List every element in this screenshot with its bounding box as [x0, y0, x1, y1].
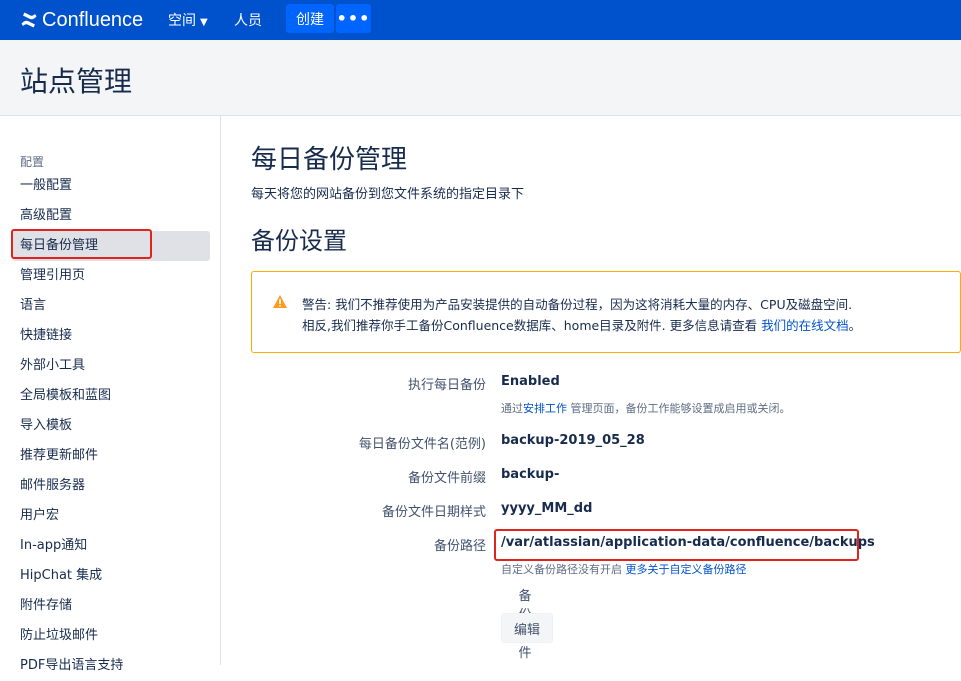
sidebar-item-user-macros[interactable]: 用户宏 — [12, 501, 210, 531]
sidebar-item-import-templates[interactable]: 导入模板 — [12, 411, 210, 441]
sidebar: 配置 一般配置 高级配置 每日备份管理 管理引用页 语言 快捷链接 外部小工具 … — [0, 116, 221, 673]
sidebar-item-pdf-export-language[interactable]: PDF导出语言支持 — [12, 651, 210, 681]
sidebar-item-in-app-notifications[interactable]: In-app通知 — [12, 531, 210, 561]
sidebar-item-advanced-config[interactable]: 高级配置 — [12, 201, 210, 231]
enabled-value: Enabled — [501, 374, 560, 389]
sidebar-item-manage-referrers[interactable]: 管理引用页 — [12, 261, 210, 291]
sidebar-item-general-config[interactable]: 一般配置 — [12, 171, 210, 201]
date-format-value: yyyy_MM_dd — [501, 501, 593, 516]
nav-spaces-label: 空间 — [168, 13, 196, 29]
backup-path-help: 自定义备份路径没有开启 更多关于自定义备份路径 — [501, 561, 747, 577]
filename-label: 每日备份文件名(范例) — [358, 437, 486, 452]
nav-people-label: 人员 — [234, 13, 262, 29]
sidebar-item-mail-servers[interactable]: 邮件服务器 — [12, 471, 210, 501]
sidebar-item-global-templates[interactable]: 全局模板和蓝图 — [12, 381, 210, 411]
edit-button[interactable]: 编辑 — [501, 613, 553, 643]
date-format-label: 备份文件日期样式 — [381, 505, 486, 520]
more-button[interactable]: ••• — [336, 4, 371, 33]
field-labels: 执行每日备份 每日备份文件名(范例) 备份文件前缀 备份文件日期样式 备份路径 — [251, 116, 486, 665]
enabled-help-prefix: 通过 — [501, 402, 523, 415]
sidebar-item-hipchat[interactable]: HipChat 集成 — [12, 561, 210, 591]
enabled-help: 通过安排工作 管理页面，备份工作能够设置成启用或关闭。 — [501, 400, 791, 416]
confluence-logo[interactable]: Confluence — [20, 8, 143, 32]
backup-path-highlight-annotation — [494, 529, 859, 561]
chevron-down-icon: ▼ — [200, 17, 208, 28]
online-docs-link[interactable]: 我们的在线文档 — [761, 318, 849, 333]
sidebar-item-language[interactable]: 语言 — [12, 291, 210, 321]
sidebar-section-title: 配置 — [20, 155, 45, 169]
sidebar-item-attachment-storage[interactable]: 附件存储 — [12, 591, 210, 621]
logo-text: Confluence — [42, 8, 144, 31]
confluence-logo-icon — [21, 12, 37, 28]
sidebar-item-recommended-updates[interactable]: 推荐更新邮件 — [12, 441, 210, 471]
nav-people[interactable]: 人员 — [234, 10, 262, 30]
enabled-help-suffix: 管理页面，备份工作能够设置成启用或关闭。 — [567, 402, 791, 415]
scheduled-jobs-link[interactable]: 安排工作 — [523, 402, 567, 415]
sidebar-item-external-gadgets[interactable]: 外部小工具 — [12, 351, 210, 381]
prefix-value: backup- — [501, 467, 560, 482]
page-header: 站点管理 — [0, 40, 961, 116]
filename-value: backup-2019_05_28 — [501, 433, 645, 448]
backup-path-label: 备份路径 — [433, 539, 486, 554]
enabled-label: 执行每日备份 — [407, 378, 486, 393]
sidebar-item-shortcut-links[interactable]: 快捷链接 — [12, 321, 210, 351]
custom-backup-path-link[interactable]: 更多关于自定义备份路径 — [626, 563, 747, 576]
warning-text-line2-suffix: 。 — [848, 318, 862, 333]
backup-path-help-prefix: 自定义备份路径没有开启 — [501, 563, 626, 576]
prefix-label: 备份文件前缀 — [407, 471, 486, 486]
sidebar-highlight-annotation — [11, 229, 152, 259]
top-navigation-bar: Confluence 空间 ▼ 人员 创建 ••• — [0, 0, 961, 40]
nav-spaces[interactable]: 空间 ▼ — [168, 10, 208, 30]
page-title: 站点管理 — [20, 65, 133, 98]
create-button[interactable]: 创建 — [286, 4, 334, 33]
sidebar-item-spam-prevention[interactable]: 防止垃圾邮件 — [12, 621, 210, 651]
